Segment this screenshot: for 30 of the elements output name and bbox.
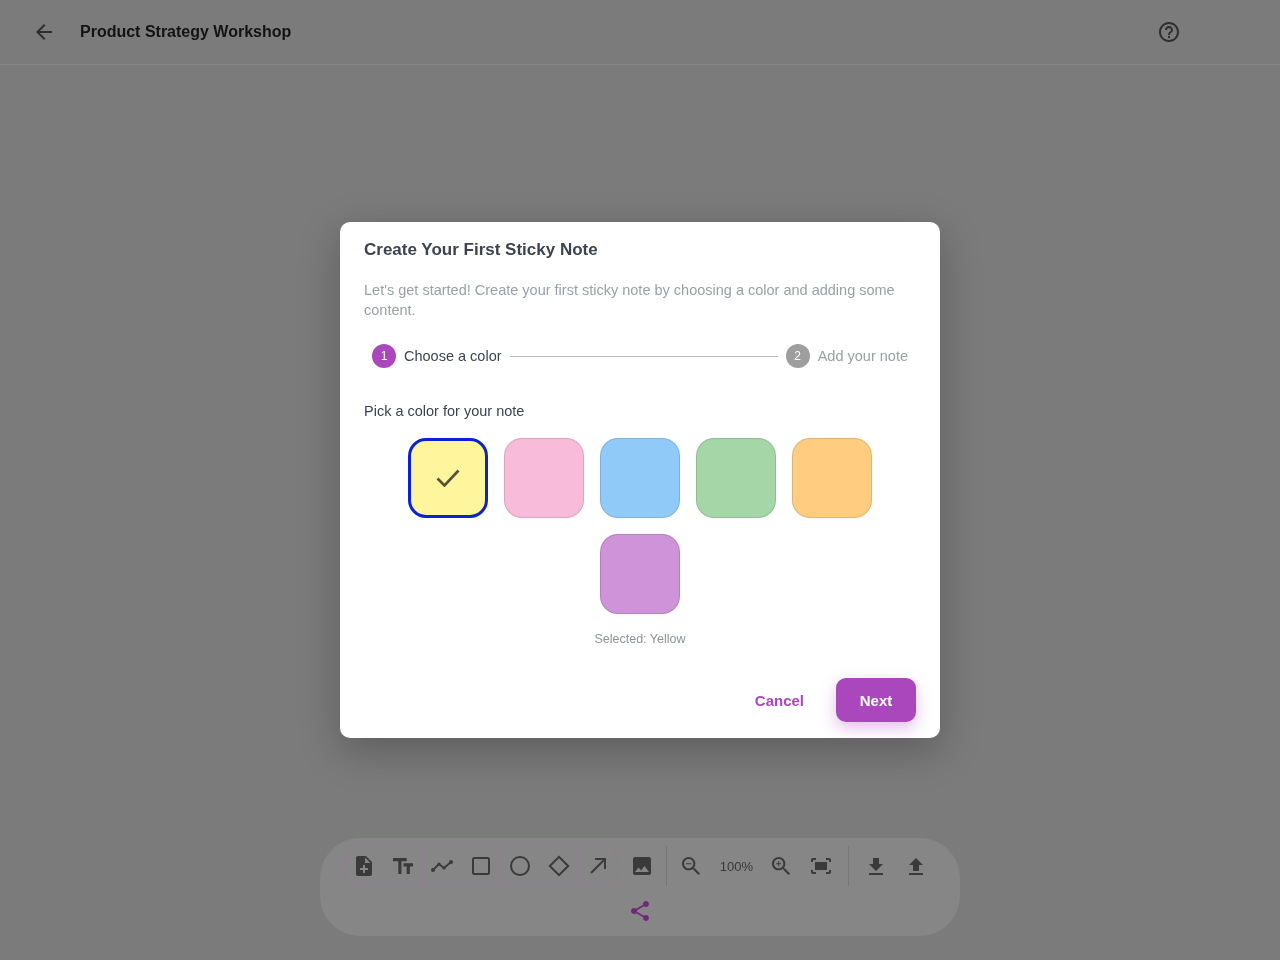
dialog-title: Create Your First Sticky Note <box>364 239 599 261</box>
polyline-icon <box>430 860 453 872</box>
color-swatch[interactable] <box>408 438 488 518</box>
step-label: Choose a color <box>404 348 502 364</box>
square-icon <box>471 857 490 875</box>
fit-screen-icon <box>811 858 832 874</box>
selection-label: Selected: Yellow <box>593 631 687 647</box>
next-button[interactable]: Next <box>836 678 916 722</box>
help-icon <box>1159 22 1179 42</box>
step-number: 2 <box>785 344 810 368</box>
circle-icon <box>509 856 530 876</box>
check-icon <box>436 469 460 487</box>
download-icon <box>869 857 884 875</box>
back-arrow-icon <box>36 24 52 40</box>
share-icon <box>631 901 649 921</box>
page-title: Product Strategy Workshop <box>80 23 293 41</box>
dialog-description: Let's get started! Create your first sticky note by choosing a color and adding some content. <box>364 281 896 320</box>
step-label: Add your note <box>817 348 908 364</box>
zoom-out-icon <box>682 857 701 875</box>
zoom-level: 100% <box>718 858 754 874</box>
add-document-icon <box>355 856 372 876</box>
diamond-icon <box>547 855 570 877</box>
text-size-icon <box>392 858 413 874</box>
color-prompt: Pick a color for your note <box>364 402 526 421</box>
diagonal-arrow-icon <box>589 858 606 874</box>
step-number: 1 <box>372 344 396 368</box>
upload-icon <box>909 857 923 875</box>
zoom-in-icon <box>772 857 791 875</box>
image-icon <box>633 857 652 875</box>
cancel-button[interactable]: Cancel <box>738 678 820 722</box>
